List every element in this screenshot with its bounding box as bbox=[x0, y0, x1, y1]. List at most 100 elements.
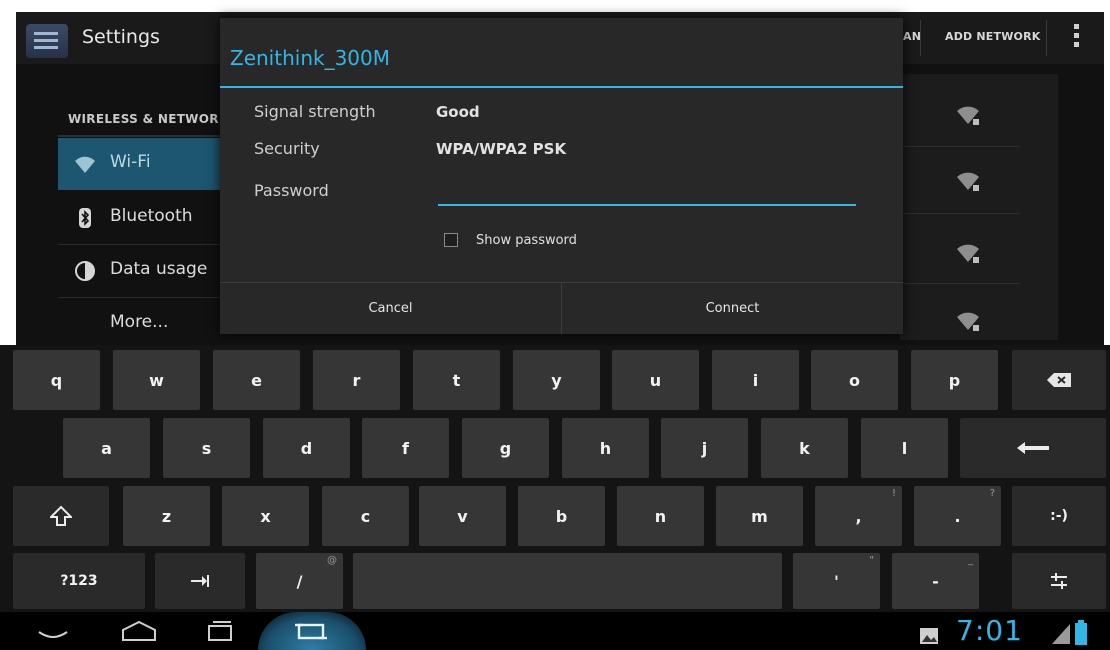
dialog-title: Zenithink_300M bbox=[230, 46, 390, 70]
key-k[interactable]: k bbox=[761, 418, 848, 478]
sidebar-item-bluetooth[interactable]: Bluetooth bbox=[58, 192, 228, 244]
recent-apps-icon[interactable] bbox=[205, 616, 235, 646]
action-divider bbox=[1046, 20, 1047, 56]
settings-app-icon[interactable] bbox=[26, 24, 68, 58]
key-hint: _ bbox=[968, 555, 973, 566]
key-d[interactable]: d bbox=[263, 418, 350, 478]
tab-key[interactable] bbox=[155, 553, 245, 609]
key-label: . bbox=[954, 506, 961, 526]
gallery-notification-icon[interactable] bbox=[918, 620, 940, 650]
tab-icon bbox=[191, 575, 209, 587]
key-hint: @ bbox=[327, 555, 337, 566]
key-l[interactable]: l bbox=[861, 418, 948, 478]
screenshot-icon[interactable] bbox=[293, 616, 329, 646]
shift-icon bbox=[50, 505, 72, 526]
key-p[interactable]: p bbox=[911, 350, 998, 410]
section-divider bbox=[58, 135, 228, 137]
wifi-locked-icon[interactable] bbox=[952, 310, 984, 334]
key-label: y bbox=[551, 370, 562, 390]
key-u[interactable]: u bbox=[612, 350, 699, 410]
key-label: d bbox=[300, 438, 313, 458]
add-network-button[interactable]: ADD NETWORK bbox=[945, 30, 1041, 43]
key-s[interactable]: s bbox=[163, 418, 250, 478]
key-comma[interactable]: , ! bbox=[815, 486, 902, 546]
key-period[interactable]: . ? bbox=[914, 486, 1001, 546]
wifi-locked-icon[interactable] bbox=[952, 242, 984, 266]
key-f[interactable]: f bbox=[362, 418, 449, 478]
wifi-icon bbox=[75, 156, 95, 173]
key-r[interactable]: r bbox=[313, 350, 400, 410]
key-label: o bbox=[849, 370, 860, 390]
overflow-menu-icon[interactable] bbox=[1074, 24, 1080, 50]
key-label: f bbox=[402, 438, 409, 458]
clock: 7:01 bbox=[956, 614, 1023, 647]
key-label: x bbox=[260, 506, 271, 526]
key-slash[interactable]: / @ bbox=[256, 553, 343, 609]
bluetooth-icon bbox=[79, 208, 91, 228]
key-q[interactable]: q bbox=[13, 350, 100, 410]
key-h[interactable]: h bbox=[562, 418, 649, 478]
key-z[interactable]: z bbox=[123, 486, 210, 546]
show-password-checkbox[interactable] bbox=[444, 233, 458, 247]
key-t[interactable]: t bbox=[413, 350, 500, 410]
key-label: b bbox=[555, 506, 568, 526]
space-key[interactable] bbox=[353, 553, 782, 609]
security-value: WPA/WPA2 PSK bbox=[436, 140, 567, 158]
key-label: v bbox=[457, 506, 468, 526]
shift-key[interactable] bbox=[13, 486, 109, 546]
signal-strength-value: Good bbox=[436, 103, 480, 121]
connect-button[interactable]: Connect bbox=[562, 283, 903, 334]
security-label: Security bbox=[254, 139, 320, 158]
section-header: WIRELESS & NETWOR bbox=[68, 112, 219, 126]
key-m[interactable]: m bbox=[716, 486, 803, 546]
key-g[interactable]: g bbox=[462, 418, 549, 478]
keyboard-settings-key[interactable] bbox=[1012, 553, 1106, 609]
key-c[interactable]: c bbox=[322, 486, 409, 546]
symbols-key[interactable]: ?123 bbox=[13, 553, 145, 609]
sidebar-item-more[interactable]: More... bbox=[58, 298, 228, 350]
smiley-key[interactable]: :-) bbox=[1012, 486, 1106, 546]
key-y[interactable]: y bbox=[513, 350, 600, 410]
backspace-icon bbox=[1047, 373, 1071, 387]
sidebar-item-label: Wi-Fi bbox=[110, 152, 151, 172]
battery-icon bbox=[1075, 620, 1087, 645]
key-w[interactable]: w bbox=[113, 350, 200, 410]
key-a[interactable]: a bbox=[63, 418, 150, 478]
key-label: c bbox=[360, 506, 371, 526]
key-label: :-) bbox=[1050, 508, 1068, 524]
wifi-locked-icon[interactable] bbox=[952, 170, 984, 194]
sidebar-item-data-usage[interactable]: Data usage bbox=[58, 245, 228, 297]
signal-icon bbox=[1052, 624, 1070, 644]
network-divider bbox=[900, 213, 1020, 214]
key-v[interactable]: v bbox=[419, 486, 506, 546]
key-o[interactable]: o bbox=[811, 350, 898, 410]
scan-button[interactable]: AN bbox=[903, 30, 921, 43]
key-b[interactable]: b bbox=[518, 486, 605, 546]
enter-key[interactable] bbox=[960, 418, 1106, 478]
key-j[interactable]: j bbox=[661, 418, 748, 478]
back-icon[interactable] bbox=[36, 616, 70, 646]
key-apostrophe[interactable]: ' " bbox=[793, 553, 880, 609]
key-label: s bbox=[201, 438, 212, 458]
show-password-label[interactable]: Show password bbox=[476, 233, 577, 248]
password-input[interactable] bbox=[438, 180, 856, 206]
sidebar-item-label: Bluetooth bbox=[110, 206, 193, 226]
key-x[interactable]: x bbox=[222, 486, 309, 546]
password-label: Password bbox=[254, 181, 329, 200]
data-usage-icon bbox=[75, 261, 95, 281]
key-hint: ? bbox=[989, 488, 995, 499]
keyboard-settings-icon bbox=[1051, 573, 1067, 589]
key-label: u bbox=[649, 370, 662, 390]
key-e[interactable]: e bbox=[213, 350, 300, 410]
key-label: / bbox=[296, 571, 303, 591]
backspace-key[interactable] bbox=[1012, 350, 1106, 410]
sidebar-item-wifi[interactable]: Wi-Fi bbox=[58, 138, 228, 190]
cancel-button[interactable]: Cancel bbox=[220, 283, 561, 334]
key-label: h bbox=[599, 438, 612, 458]
home-icon[interactable] bbox=[120, 616, 158, 646]
wifi-locked-icon[interactable] bbox=[952, 104, 984, 128]
key-label: i bbox=[752, 370, 759, 390]
key-n[interactable]: n bbox=[617, 486, 704, 546]
key-dash[interactable]: - _ bbox=[892, 553, 979, 609]
key-i[interactable]: i bbox=[712, 350, 799, 410]
